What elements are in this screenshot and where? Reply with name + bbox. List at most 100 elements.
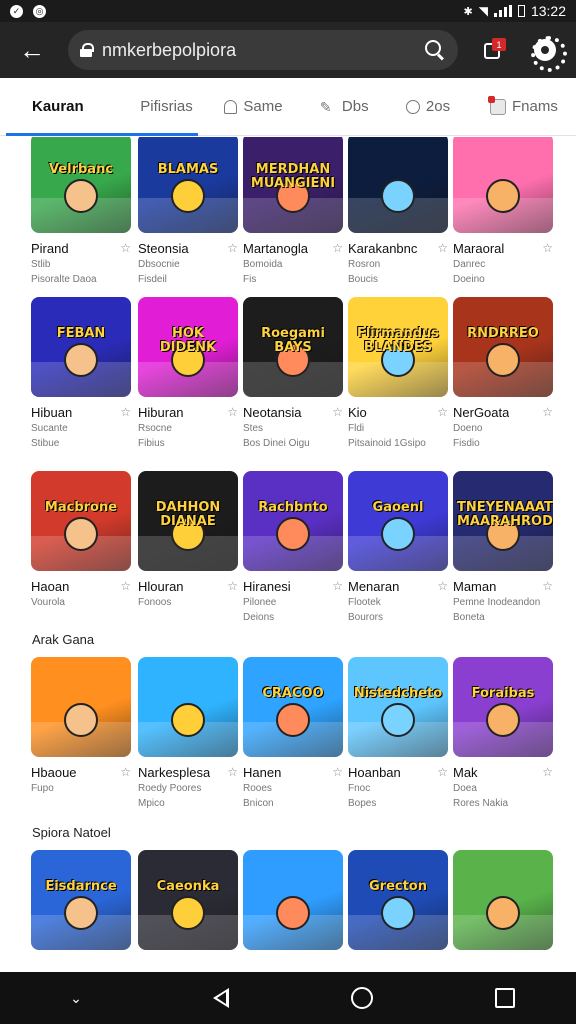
game-card[interactable]: Narkesplesa ☆ Roedy Poores Mpico [138,657,238,810]
section-title: Arak Gana [32,632,95,647]
game-card[interactable]: DAHHON DIANAE Hlouran ☆ Fonoos [138,471,238,611]
game-card[interactable]: Macbrone Haoan ☆ Vourola [31,471,131,611]
game-thumbnail[interactable]: Caeonka [138,850,238,950]
game-thumbnail[interactable]: Nistedcheto [348,657,448,757]
game-title: Menaran [348,579,400,594]
game-thumbnail[interactable] [453,850,553,950]
game-card[interactable]: HOK DIDENK Hiburan ☆ Rsocne Fibius [138,297,238,450]
game-card[interactable] [453,850,553,962]
game-card[interactable]: Karakanbnc ☆ Rosron Boucis [348,137,448,286]
nav-recents-icon[interactable] [495,988,515,1008]
game-thumbnail[interactable] [348,137,448,233]
tab-pifisrias[interactable]: Pifisrias [140,78,224,136]
star-icon[interactable]: ☆ [120,241,131,256]
star-icon[interactable]: ☆ [227,241,238,256]
star-icon[interactable]: ☆ [120,765,131,780]
star-icon[interactable]: ☆ [332,579,343,594]
game-title: Neotansia [243,405,302,420]
game-card[interactable]: Velrbanc Pirand ☆ Stlib Pisoralte Daoa [31,137,131,286]
thumb-title: Roegami BAYS [261,326,325,355]
tab-2os[interactable]: 2os [405,78,490,136]
game-subtitle: Doeno [453,423,483,434]
game-thumbnail[interactable]: Grecton [348,850,448,950]
game-thumbnail[interactable] [243,850,343,950]
game-card[interactable]: MERDHAN MUANGIENI Martanogla ☆ Bomoida Fis [243,137,343,286]
character-icon [486,343,520,377]
star-icon[interactable]: ☆ [227,405,238,420]
star-icon[interactable]: ☆ [332,405,343,420]
star-icon[interactable]: ☆ [437,765,448,780]
star-icon[interactable]: ☆ [227,579,238,594]
game-thumbnail[interactable]: Rachbnto [243,471,343,571]
star-icon[interactable]: ☆ [332,765,343,780]
tab-dbs[interactable]: ✎ Dbs [320,78,406,136]
game-card[interactable]: Rachbnto Hiranesi ☆ Pilonee Deions [243,471,343,624]
game-thumbnail[interactable] [453,137,553,233]
game-thumbnail[interactable]: Flirmandus BLANDES [348,297,448,397]
game-thumbnail[interactable]: BLAMAS [138,137,238,233]
game-card[interactable]: CRACOO Hanen ☆ Rooes Bnicon [243,657,343,810]
game-card[interactable]: RNDRREO NerGoata ☆ Doeno Fisdio [453,297,553,450]
game-thumbnail[interactable]: TNEYENAAAT MAARAHRODI [453,471,553,571]
game-card[interactable]: Grecton [348,850,448,962]
tab-same[interactable]: Same [224,78,320,136]
gear-icon[interactable] [531,36,567,72]
star-icon[interactable]: ☆ [332,241,343,256]
nav-back-icon[interactable] [213,988,229,1008]
star-icon[interactable]: ☆ [120,405,131,420]
game-thumbnail[interactable] [138,657,238,757]
star-icon[interactable]: ☆ [227,765,238,780]
game-card[interactable]: Gaoenl Menaran ☆ Flootek Bourors [348,471,448,624]
game-thumbnail[interactable]: CRACOO [243,657,343,757]
star-icon[interactable]: ☆ [437,579,448,594]
game-title-row: Hoanban ☆ [348,765,448,780]
game-title-row: Hibuan ☆ [31,405,131,420]
character-icon [171,896,205,930]
nav-home-icon[interactable] [351,987,373,1009]
game-card[interactable] [243,850,343,962]
game-thumbnail[interactable]: HOK DIDENK [138,297,238,397]
game-card[interactable]: Nistedcheto Hoanban ☆ Fnoc Bopes [348,657,448,810]
game-card[interactable]: Eisdarnce [31,850,131,962]
star-icon[interactable]: ☆ [542,765,553,780]
search-icon[interactable] [424,39,446,61]
game-card[interactable]: Maraoral ☆ Danrec Doeino [453,137,553,286]
game-thumbnail[interactable]: Macbrone [31,471,131,571]
game-thumbnail[interactable] [31,657,131,757]
game-thumbnail[interactable]: FEBAN [31,297,131,397]
star-icon[interactable]: ☆ [542,405,553,420]
tabs-button[interactable]: 1 [482,38,506,62]
thumb-title: FEBAN [56,326,106,341]
tab-kauran[interactable]: Kauran [5,78,199,136]
game-card[interactable]: Roegami BAYS Neotansia ☆ Stes Bos Dinei Oigu [243,297,343,450]
star-icon[interactable]: ☆ [437,241,448,256]
game-thumbnail[interactable]: Roegami BAYS [243,297,343,397]
star-icon[interactable]: ☆ [437,405,448,420]
game-card[interactable]: Foraibas Mak ☆ Doea Rores Nakia [453,657,553,810]
game-thumbnail[interactable]: Gaoenl [348,471,448,571]
tab-fnams[interactable]: Fnams [488,78,576,136]
thumb-title: HOK DIDENK [159,326,217,355]
back-arrow-icon[interactable]: ← [12,30,52,70]
game-card[interactable]: BLAMAS Steonsia ☆ Dbsocnie Fisdeil [138,137,238,286]
game-card[interactable]: TNEYENAAAT MAARAHRODI Maman ☆ Pemne Inodean… [453,471,553,624]
star-icon[interactable]: ☆ [120,579,131,594]
thumb-title: Nistedcheto [353,686,443,701]
chevron-down-icon[interactable]: ⌄ [61,990,91,1007]
url-bar[interactable]: nmkerbepolpiora [68,30,458,70]
game-subtitle: Bourors [348,612,384,623]
game-card[interactable]: FEBAN Hibuan ☆ Sucante Stibue [31,297,131,450]
game-thumbnail[interactable]: Velrbanc [31,137,131,233]
game-thumbnail[interactable]: Eisdarnce [31,850,131,950]
game-card[interactable]: Flirmandus BLANDES Kio ☆ Fldi Pitsainoid 1Gs… [348,297,448,450]
star-icon[interactable]: ☆ [542,241,553,256]
game-subtitle: Deions [243,612,275,623]
star-icon[interactable]: ☆ [542,579,553,594]
game-card[interactable]: Hbaoue ☆ Fupo [31,657,131,797]
game-thumbnail[interactable]: MERDHAN MUANGIENI [243,137,343,233]
game-card[interactable]: Caeonka [138,850,238,962]
game-thumbnail[interactable]: Foraibas [453,657,553,757]
game-thumbnail[interactable]: DAHHON DIANAE [138,471,238,571]
character-icon [276,896,310,930]
game-thumbnail[interactable]: RNDRREO [453,297,553,397]
